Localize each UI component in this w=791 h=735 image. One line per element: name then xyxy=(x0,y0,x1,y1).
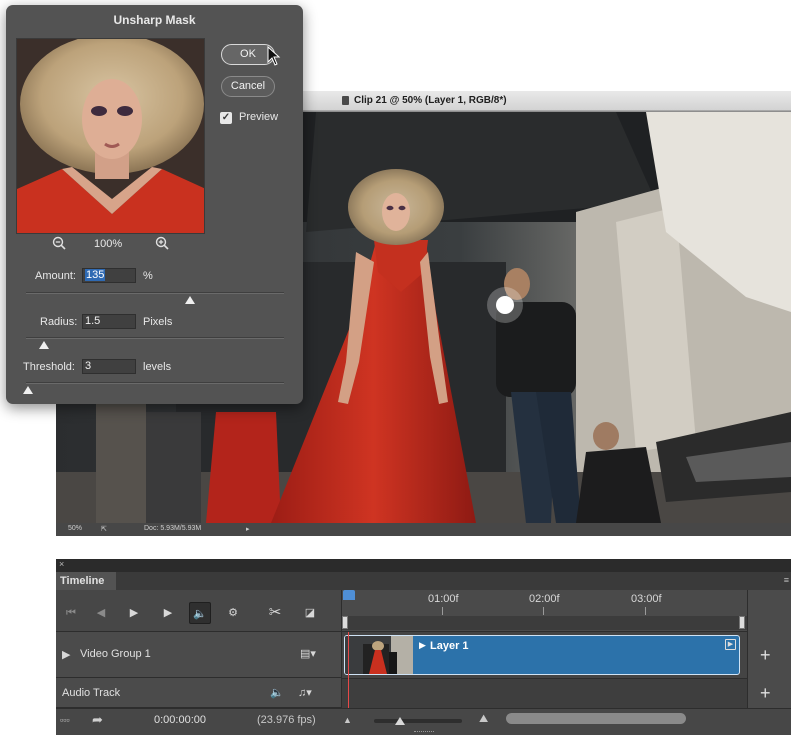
status-doc-size: Doc: 5.93M/5.93M xyxy=(144,525,202,532)
zoom-out-mountains-icon[interactable]: ▲ xyxy=(343,715,352,725)
clip-thumbnail xyxy=(345,636,413,674)
clip-label: Layer 1 xyxy=(430,640,469,652)
track-label: Audio Track xyxy=(62,687,121,699)
previous-frame-icon[interactable]: ◀︎ xyxy=(90,602,112,624)
clip-thumbnail-image xyxy=(345,636,413,674)
speaker-icon[interactable]: 🔈 xyxy=(270,686,284,699)
cancel-button[interactable]: Cancel xyxy=(221,76,275,97)
ruler-tick xyxy=(543,607,544,615)
ruler-tick xyxy=(442,607,443,615)
zoom-out-icon[interactable] xyxy=(52,236,66,250)
panel-resize-grip[interactable] xyxy=(414,731,434,735)
mouse-cursor-icon xyxy=(267,46,281,66)
amount-slider-thumb[interactable] xyxy=(185,296,195,304)
preview-label: Preview xyxy=(239,111,279,123)
zoom-in-icon[interactable] xyxy=(155,236,169,250)
amount-value: 135 xyxy=(85,269,106,281)
radius-label: Radius: xyxy=(40,316,78,328)
playhead-handle[interactable] xyxy=(343,590,355,600)
clip-expand-icon[interactable]: ▶ xyxy=(419,640,426,651)
frame-view-icon[interactable]: ▫▫▫ xyxy=(60,715,70,725)
document-status-bar: 50% ⇱ Doc: 5.93M/5.93M ▸ xyxy=(56,523,791,536)
track-label: Video Group 1 xyxy=(80,648,151,660)
close-icon[interactable]: × xyxy=(59,559,64,569)
transition-icon[interactable]: ◪ xyxy=(299,602,321,624)
preview-checkbox[interactable]: ✓ xyxy=(220,112,232,124)
timeline-zoom-slider[interactable] xyxy=(374,719,462,723)
timeline-footer: ▫▫▫ ➦ 0:00:00:00 (23.976 fps) ▲ ⛰ xyxy=(56,708,791,735)
split-at-playhead-icon[interactable]: ✂ xyxy=(264,602,286,624)
preview-image xyxy=(17,39,204,233)
radius-slider-track[interactable] xyxy=(26,337,284,339)
amount-field[interactable]: 135 xyxy=(82,268,136,283)
settings-icon[interactable]: ⚙ xyxy=(222,602,244,624)
time-ruler[interactable]: 01:00f 02:00f 03:00f xyxy=(342,590,747,632)
go-to-first-frame-icon[interactable]: ⏮ xyxy=(60,602,82,624)
panel-menu-icon[interactable]: ≡ xyxy=(784,575,789,585)
amount-unit: % xyxy=(143,270,153,282)
add-media-button[interactable]: + xyxy=(760,645,771,666)
work-area-end-handle[interactable] xyxy=(739,616,745,629)
play-icon[interactable]: ▶ xyxy=(123,602,145,624)
zoom-in-mountains-icon[interactable]: ⛰ xyxy=(479,713,488,726)
track-row-audio[interactable]: Audio Track 🔈 ♫▾ xyxy=(56,678,341,708)
film-strip-icon[interactable]: ▤▾ xyxy=(300,647,316,660)
work-area-bar[interactable] xyxy=(342,616,747,630)
frame-rate: (23.976 fps) xyxy=(257,714,316,726)
radius-field[interactable]: 1.5 xyxy=(82,314,136,329)
zoom-percentage: 100% xyxy=(94,238,123,250)
status-menu-arrow-icon[interactable]: ▸ xyxy=(246,525,250,533)
threshold-label: Threshold: xyxy=(23,361,75,373)
unsharp-mask-dialog: Unsharp Mask OK Cancel ✓ Preview 100% Am… xyxy=(6,5,303,404)
filter-preview[interactable] xyxy=(16,38,205,234)
ruler-label: 02:00f xyxy=(529,593,560,605)
video-clip[interactable]: ▶ Layer 1 ▶ xyxy=(344,635,740,675)
threshold-field[interactable]: 3 xyxy=(82,359,136,374)
status-zoom[interactable]: 50% xyxy=(68,525,82,532)
timeline-panel: × Timeline ≡ ⏮ ◀︎ ▶ ▶︎ 🔈 ⚙ ✂ ◪ ▶ Video G… xyxy=(56,559,791,735)
radius-slider-thumb[interactable] xyxy=(39,341,49,349)
panel-header: × xyxy=(56,559,791,572)
amount-label: Amount: xyxy=(35,270,76,282)
horizontal-scrollbar[interactable] xyxy=(506,713,686,724)
threshold-unit: levels xyxy=(143,361,172,373)
document-title: Clip 21 @ 50% (Layer 1, RGB/8*) xyxy=(354,95,507,106)
document-icon xyxy=(342,96,349,105)
mute-audio-icon[interactable]: 🔈 xyxy=(189,602,211,624)
ruler-label: 03:00f xyxy=(631,593,662,605)
ruler-tick xyxy=(645,607,646,615)
timeline-zoom-thumb[interactable] xyxy=(395,717,405,725)
audio-lane[interactable] xyxy=(342,678,747,708)
track-row-video-group[interactable]: ▶ Video Group 1 ▤▾ xyxy=(56,632,341,678)
tab-timeline[interactable]: Timeline xyxy=(56,572,116,590)
next-frame-icon[interactable]: ▶︎ xyxy=(157,602,179,624)
dialog-title: Unsharp Mask xyxy=(113,13,196,27)
convert-to-frame-animation-icon[interactable]: ➦ xyxy=(92,712,103,728)
ruler-label: 01:00f xyxy=(428,593,459,605)
export-icon[interactable]: ⇱ xyxy=(101,525,107,533)
radius-unit: Pixels xyxy=(143,316,173,328)
threshold-slider-track[interactable] xyxy=(26,382,284,384)
music-note-icon[interactable]: ♫▾ xyxy=(298,686,312,699)
clip-end-icon[interactable]: ▶ xyxy=(725,639,736,650)
add-audio-button[interactable]: + xyxy=(760,683,771,704)
current-time[interactable]: 0:00:00:00 xyxy=(154,714,206,726)
playback-controls: ⏮ ◀︎ ▶ ▶︎ 🔈 ⚙ ✂ ◪ xyxy=(56,590,341,632)
panel-tab-bar: Timeline ≡ xyxy=(56,572,791,590)
work-area-start-handle[interactable] xyxy=(342,616,348,629)
amount-slider-track[interactable] xyxy=(26,292,284,294)
expand-arrow-icon[interactable]: ▶ xyxy=(62,648,70,661)
threshold-slider-thumb[interactable] xyxy=(23,386,33,394)
